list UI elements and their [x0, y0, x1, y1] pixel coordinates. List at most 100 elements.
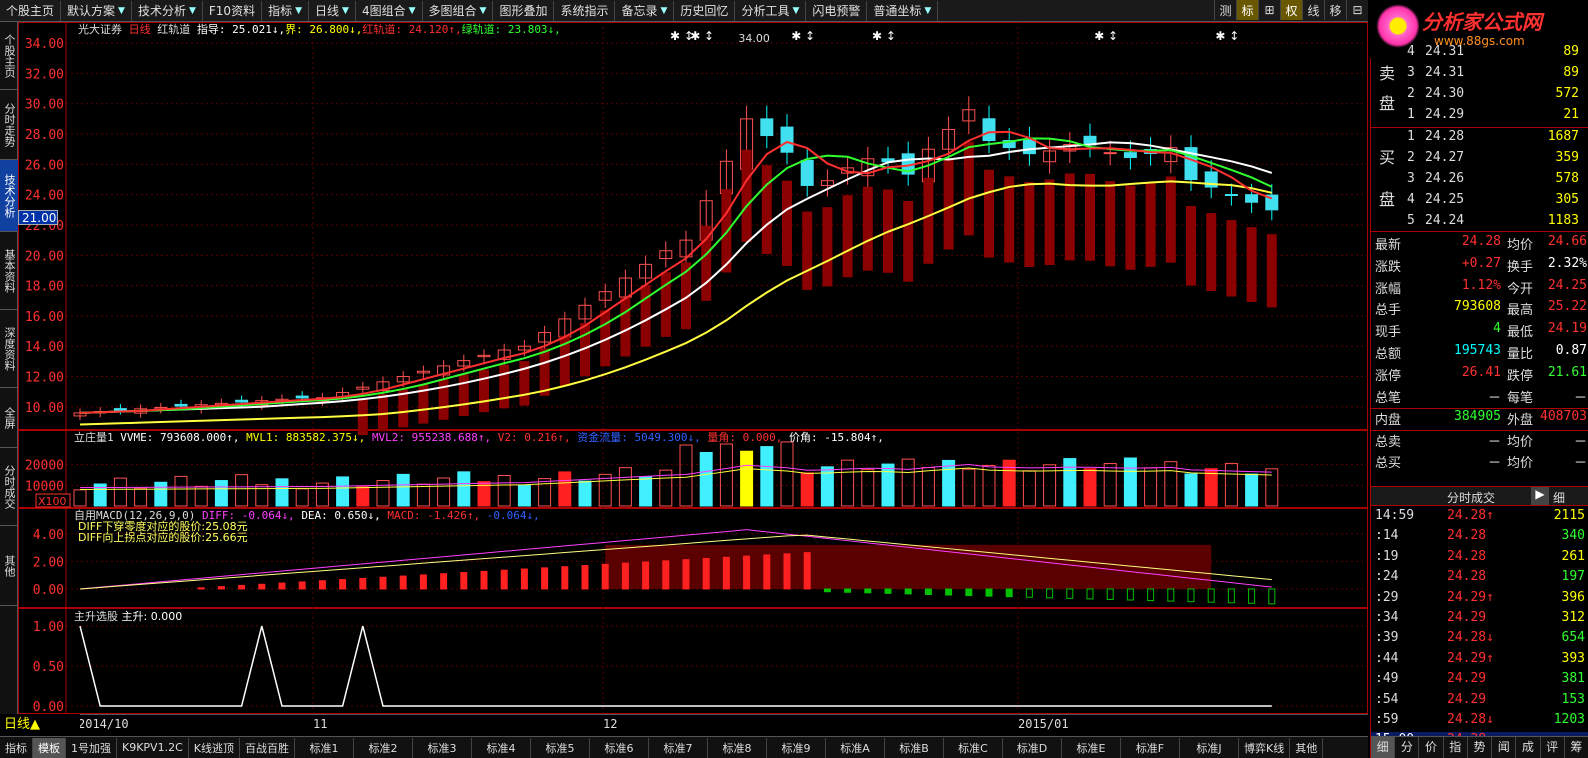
left-tab-7[interactable]: 其他	[0, 526, 18, 606]
buy-row[interactable]: 5 24.24 1183	[1371, 213, 1588, 234]
buy-row[interactable]: 4 24.25 305	[1371, 192, 1588, 213]
date-label: 2014/10	[78, 717, 129, 731]
bottom-tab-7[interactable]: 标准2	[354, 737, 413, 758]
bottom-tab-16[interactable]: 标准B	[885, 737, 944, 758]
bottom-tab-9[interactable]: 标准4	[472, 737, 531, 758]
right-tab-8[interactable]: 筹	[1565, 737, 1588, 758]
toolbar-item-1[interactable]: 默认方案 ▼	[61, 0, 132, 21]
right-tab-3[interactable]: 指	[1444, 737, 1468, 758]
volume-bar	[1103, 462, 1117, 507]
toolbar-item-14[interactable]: 普通坐标 ▼	[867, 0, 939, 21]
period-tag[interactable]: 日线▲	[0, 714, 80, 736]
sell-row[interactable]: 4 24.31 89	[1371, 44, 1588, 65]
level-number: 2	[1407, 150, 1415, 165]
price-tick: 26.00	[25, 158, 64, 173]
toolbar-right-button-4[interactable]: 线	[1302, 0, 1324, 20]
left-tab-0[interactable]: 个股主页	[0, 22, 18, 90]
header-indicator: 红轨道	[157, 22, 197, 36]
toolbar-item-0[interactable]: 个股主页	[0, 0, 62, 21]
toolbar-item-12[interactable]: 分析工具 ▼	[735, 0, 807, 21]
right-tab-2[interactable]: 价	[1419, 737, 1444, 758]
quote-label: 均价	[1507, 456, 1534, 471]
left-tab-3[interactable]: 基本资料	[0, 232, 18, 310]
macd-bar	[561, 566, 569, 590]
bottom-tab-3[interactable]: K9KPV1.2C	[117, 737, 189, 758]
tick-row: :34 24.29 312	[1371, 610, 1588, 631]
toolbar-item-10[interactable]: 备忘录 ▼	[615, 0, 675, 21]
bottom-tab-5[interactable]: 百战百胜	[240, 737, 295, 758]
bottom-tab-11[interactable]: 标准6	[590, 737, 649, 758]
toolbar-item-6[interactable]: 4图组合 ▼	[356, 0, 423, 21]
toolbar-item-3[interactable]: F10资料	[203, 0, 263, 21]
toolbar-right-button-1[interactable]: 标	[1236, 0, 1258, 20]
bottom-tab-19[interactable]: 标准E	[1062, 737, 1121, 758]
left-tab-6[interactable]: 分时成交	[0, 448, 18, 526]
quote-label: 外盘	[1507, 413, 1534, 429]
left-tab-strip: 个股主页 分时走势 技术分析 基本资料 深度资料 全屏 分时成交 其他	[0, 22, 18, 736]
toolbar-item-5[interactable]: 日线 ▼	[309, 0, 356, 21]
sell-row[interactable]: 1 24.29 21	[1371, 107, 1588, 128]
toolbar-right-button-6[interactable]: ⊟	[1346, 0, 1368, 20]
bottom-tab-20[interactable]: 标准F	[1121, 737, 1180, 758]
candle-body	[1022, 138, 1036, 155]
volume-bar	[1245, 473, 1259, 507]
right-tab-4[interactable]: 势	[1468, 737, 1493, 758]
bottom-tab-17[interactable]: 标准C	[944, 737, 1003, 758]
right-tab-0[interactable]: 细	[1371, 737, 1396, 758]
volume-bar	[740, 450, 754, 507]
right-tab-1[interactable]: 分	[1395, 737, 1420, 758]
dropdown-arrow-icon: ▼	[479, 5, 487, 16]
toolbar-item-13[interactable]: 闪电预警	[806, 0, 868, 21]
candle-body	[174, 403, 188, 407]
bottom-tab-4[interactable]: K线逃顶	[189, 737, 240, 758]
bottom-tab-2[interactable]: 1号加强	[66, 737, 117, 758]
toolbar-right-button-5[interactable]: 移	[1324, 0, 1346, 20]
buy-row[interactable]: 1 24.28 1687	[1371, 129, 1588, 150]
bottom-tab-14[interactable]: 标准9	[767, 737, 826, 758]
sell-row[interactable]: 2 24.30 572	[1371, 86, 1588, 107]
toolbar-right-button-0[interactable]: 测	[1214, 0, 1236, 20]
macd-bar	[1207, 588, 1215, 603]
bottom-tab-8[interactable]: 标准3	[413, 737, 472, 758]
toolbar-item-8[interactable]: 图形叠加	[493, 0, 555, 21]
bottom-tab-23[interactable]: 其他	[1290, 737, 1324, 758]
bottom-tab-6[interactable]: 标准1	[295, 737, 354, 758]
macd-bar	[1025, 588, 1033, 598]
right-tab-7[interactable]: 评	[1541, 737, 1565, 758]
zs-tick: 0.50	[33, 660, 64, 675]
toolbar-right-button-2[interactable]: ⊞	[1258, 0, 1280, 20]
left-tab-1[interactable]: 分时走势	[0, 90, 18, 160]
bottom-tab-15[interactable]: 标准A	[826, 737, 885, 758]
toolbar-item-9[interactable]: 系统指示	[554, 0, 616, 21]
left-tab-5[interactable]: 全屏	[0, 388, 18, 448]
toolbar-item-label: 历史回忆	[680, 4, 729, 18]
quote-label: 总买	[1375, 456, 1402, 471]
toolbar-right-button-3[interactable]: 权	[1280, 0, 1302, 20]
bottom-tab-0[interactable]: 指标	[0, 737, 33, 758]
level-volume: 21	[1563, 107, 1579, 122]
quote-row: 涨跌 +0.27 换手 2.32%	[1371, 256, 1588, 277]
bottom-tab-13[interactable]: 标准8	[708, 737, 767, 758]
bottom-tab-22[interactable]: 博弈K线	[1239, 737, 1291, 758]
buy-row[interactable]: 3 24.26 578	[1371, 171, 1588, 192]
toolbar-item-4[interactable]: 指标 ▼	[262, 0, 310, 21]
tick-detail-button[interactable]: 细	[1553, 489, 1565, 506]
toolbar-item-11[interactable]: 历史回忆	[674, 0, 736, 21]
bottom-tab-12[interactable]: 标准7	[649, 737, 708, 758]
quote-row: 总买 － 均价 －	[1371, 452, 1588, 473]
toolbar-item-7[interactable]: 多图组合 ▼	[423, 0, 494, 21]
buy-row[interactable]: 2 24.27 359	[1371, 150, 1588, 171]
chart-area[interactable]: 34.00 32.00 30.00 28.00 26.00 24.00 22.00 20.00…	[18, 22, 1368, 715]
bottom-tab-10[interactable]: 标准5	[531, 737, 590, 758]
bottom-tab-21[interactable]: 标准J	[1180, 737, 1239, 758]
sell-row[interactable]: 3 24.31 89	[1371, 65, 1588, 86]
candle-body	[1123, 152, 1137, 159]
left-tab-4[interactable]: 深度资料	[0, 310, 18, 388]
left-tab-2[interactable]: 技术分析	[0, 160, 18, 232]
bottom-tab-18[interactable]: 标准D	[1003, 737, 1062, 758]
toolbar-item-2[interactable]: 技术分析 ▼	[132, 0, 203, 21]
right-tab-5[interactable]: 闻	[1492, 737, 1517, 758]
tick-next-button[interactable]: ▶	[1531, 487, 1549, 505]
bottom-tab-1[interactable]: 模板	[33, 737, 66, 758]
right-tab-6[interactable]: 成	[1516, 737, 1541, 758]
